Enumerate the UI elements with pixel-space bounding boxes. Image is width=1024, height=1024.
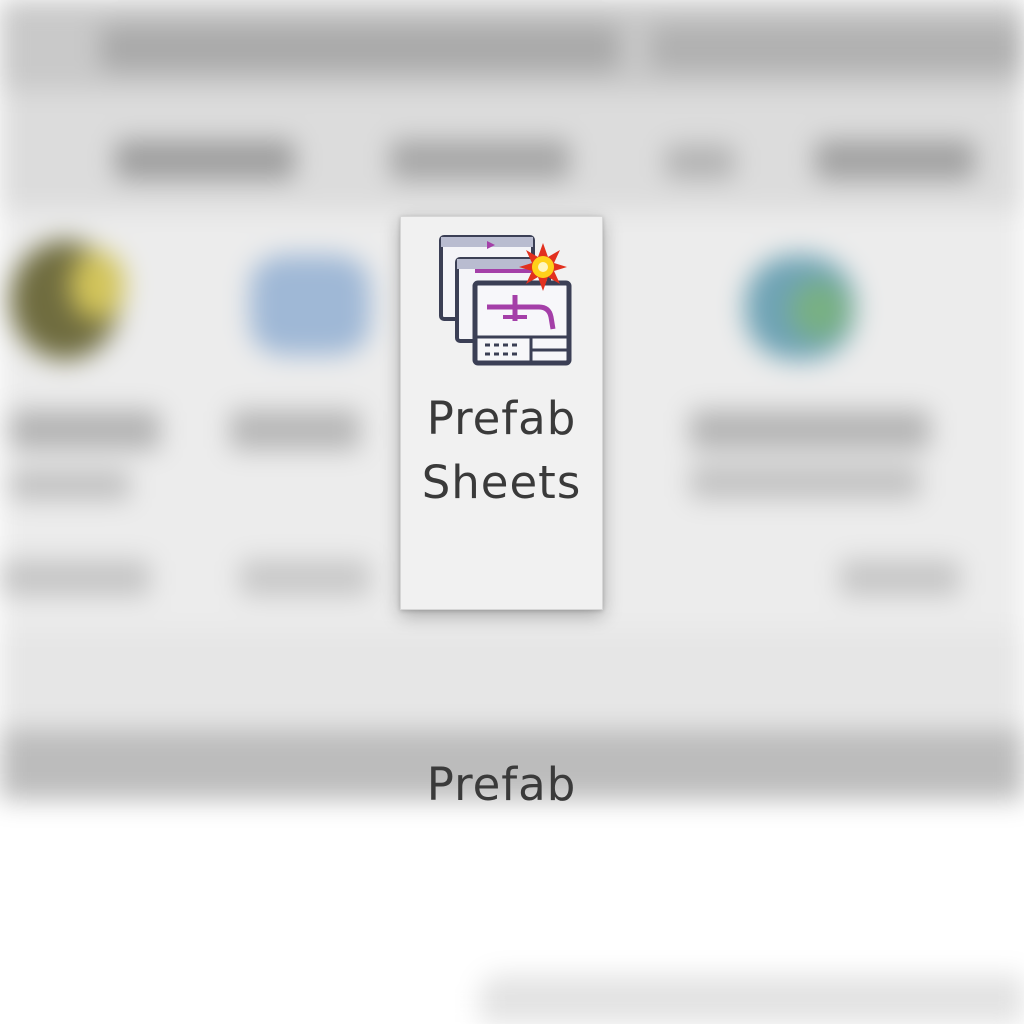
label-line-2: Sheets xyxy=(421,456,582,509)
prefab-sheets-button[interactable]: Prefab Sheets Prefab xyxy=(400,216,603,811)
prefab-sheets-label: Prefab Sheets xyxy=(401,387,602,515)
panel-title-prefab: Prefab xyxy=(426,758,577,811)
prefab-sheets-icon xyxy=(439,235,572,366)
label-line-1: Prefab xyxy=(426,392,577,445)
